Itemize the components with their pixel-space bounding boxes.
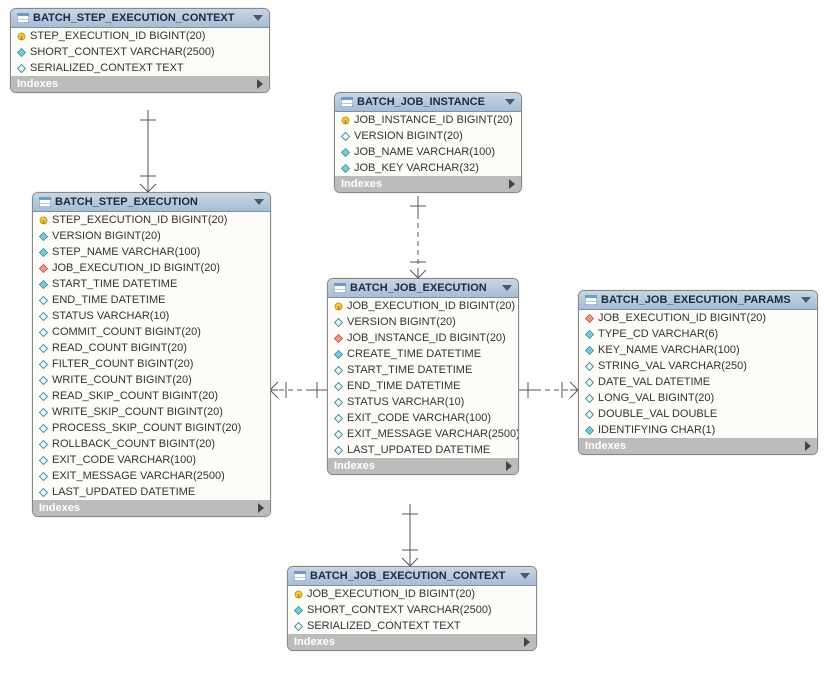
column-row: START_TIME DATETIME [328,362,518,378]
table-title: BATCH_STEP_EXECUTION [55,196,198,208]
indexes-row: Indexes [288,634,536,650]
column-row: DATE_VAL DATETIME [579,374,817,390]
column-row: FILTER_COUNT BIGINT(20) [33,356,270,372]
column-row: COMMIT_COUNT BIGINT(20) [33,324,270,340]
column-row: JOB_INSTANCE_ID BIGINT(20) [335,112,521,128]
indexes-row: Indexes [11,76,269,92]
column-row: JOB_EXECUTION_ID BIGINT(20) [579,310,817,326]
table-title: BATCH_JOB_EXECUTION_PARAMS [601,294,791,306]
column-row: JOB_EXECUTION_ID BIGINT(20) [288,586,536,602]
table-icon [341,97,353,107]
column-row: IDENTIFYING CHAR(1) [579,422,817,438]
column-row: VERSION BIGINT(20) [33,228,270,244]
column-row: JOB_KEY VARCHAR(32) [335,160,521,176]
expand-icon [524,637,530,647]
expand-icon [257,79,263,89]
column-row: STATUS VARCHAR(10) [328,394,518,410]
column-row: WRITE_SKIP_COUNT BIGINT(20) [33,404,270,420]
table-batch-job-execution-context: BATCH_JOB_EXECUTION_CONTEXT JOB_EXECUTIO… [287,566,537,651]
table-batch-job-instance: BATCH_JOB_INSTANCE JOB_INSTANCE_ID BIGIN… [334,92,522,193]
table-icon [585,295,597,305]
column-row: EXIT_MESSAGE VARCHAR(2500) [328,426,518,442]
table-icon [294,571,306,581]
column-row: ROLLBACK_COUNT BIGINT(20) [33,436,270,452]
table-title: BATCH_JOB_EXECUTION [350,282,487,294]
column-row: STEP_EXECUTION_ID BIGINT(20) [11,28,269,44]
column-row: TYPE_CD VARCHAR(6) [579,326,817,342]
column-row: READ_SKIP_COUNT BIGINT(20) [33,388,270,404]
column-row: SERIALIZED_CONTEXT TEXT [288,618,536,634]
collapse-icon [253,15,263,21]
indexes-row: Indexes [579,438,817,454]
column-row: STEP_NAME VARCHAR(100) [33,244,270,260]
column-row: LONG_VAL BIGINT(20) [579,390,817,406]
column-row: EXIT_CODE VARCHAR(100) [328,410,518,426]
table-title: BATCH_JOB_INSTANCE [357,96,485,108]
column-row: END_TIME DATETIME [33,292,270,308]
table-batch-job-execution-params: BATCH_JOB_EXECUTION_PARAMS JOB_EXECUTION… [578,290,818,455]
column-row: JOB_EXECUTION_ID BIGINT(20) [33,260,270,276]
column-row: WRITE_COUNT BIGINT(20) [33,372,270,388]
column-row: STATUS VARCHAR(10) [33,308,270,324]
column-row: JOB_NAME VARCHAR(100) [335,144,521,160]
table-batch-job-execution: BATCH_JOB_EXECUTION JOB_EXECUTION_ID BIG… [327,278,519,475]
indexes-row: Indexes [335,176,521,192]
column-row: SHORT_CONTEXT VARCHAR(2500) [288,602,536,618]
table-icon [39,197,51,207]
column-row: EXIT_CODE VARCHAR(100) [33,452,270,468]
column-row: READ_COUNT BIGINT(20) [33,340,270,356]
collapse-icon [505,99,515,105]
column-row: DOUBLE_VAL DOUBLE [579,406,817,422]
column-row: STRING_VAL VARCHAR(250) [579,358,817,374]
column-row: SERIALIZED_CONTEXT TEXT [11,60,269,76]
column-row: LAST_UPDATED DATETIME [328,442,518,458]
table-title: BATCH_STEP_EXECUTION_CONTEXT [33,12,235,24]
expand-icon [506,461,512,471]
indexes-row: Indexes [33,500,270,516]
table-title: BATCH_JOB_EXECUTION_CONTEXT [310,570,505,582]
table-batch-step-execution: BATCH_STEP_EXECUTION STEP_EXECUTION_ID B… [32,192,271,517]
table-header: BATCH_JOB_EXECUTION [328,279,518,298]
table-icon [17,13,29,23]
column-row: PROCESS_SKIP_COUNT BIGINT(20) [33,420,270,436]
table-header: BATCH_STEP_EXECUTION [33,193,270,212]
column-row: JOB_EXECUTION_ID BIGINT(20) [328,298,518,314]
column-row: SHORT_CONTEXT VARCHAR(2500) [11,44,269,60]
column-row: STEP_EXECUTION_ID BIGINT(20) [33,212,270,228]
column-row: END_TIME DATETIME [328,378,518,394]
pk-icon [17,32,26,41]
column-row: START_TIME DATETIME [33,276,270,292]
expand-icon [509,179,515,189]
table-header: BATCH_STEP_EXECUTION_CONTEXT [11,9,269,28]
column-row: EXIT_MESSAGE VARCHAR(2500) [33,468,270,484]
table-header: BATCH_JOB_EXECUTION_CONTEXT [288,567,536,586]
expand-icon [805,441,811,451]
diamond-open-icon [17,64,26,73]
table-batch-step-execution-context: BATCH_STEP_EXECUTION_CONTEXT STEP_EXECUT… [10,8,270,93]
collapse-icon [254,199,264,205]
diamond-icon [17,48,26,57]
expand-icon [258,503,264,513]
column-row: VERSION BIGINT(20) [335,128,521,144]
collapse-icon [502,285,512,291]
column-row: CREATE_TIME DATETIME [328,346,518,362]
table-icon [334,283,346,293]
indexes-row: Indexes [328,458,518,474]
collapse-icon [520,573,530,579]
column-row: VERSION BIGINT(20) [328,314,518,330]
collapse-icon [801,297,811,303]
column-row: JOB_INSTANCE_ID BIGINT(20) [328,330,518,346]
table-header: BATCH_JOB_INSTANCE [335,93,521,112]
column-row: LAST_UPDATED DATETIME [33,484,270,500]
column-row: KEY_NAME VARCHAR(100) [579,342,817,358]
table-header: BATCH_JOB_EXECUTION_PARAMS [579,291,817,310]
